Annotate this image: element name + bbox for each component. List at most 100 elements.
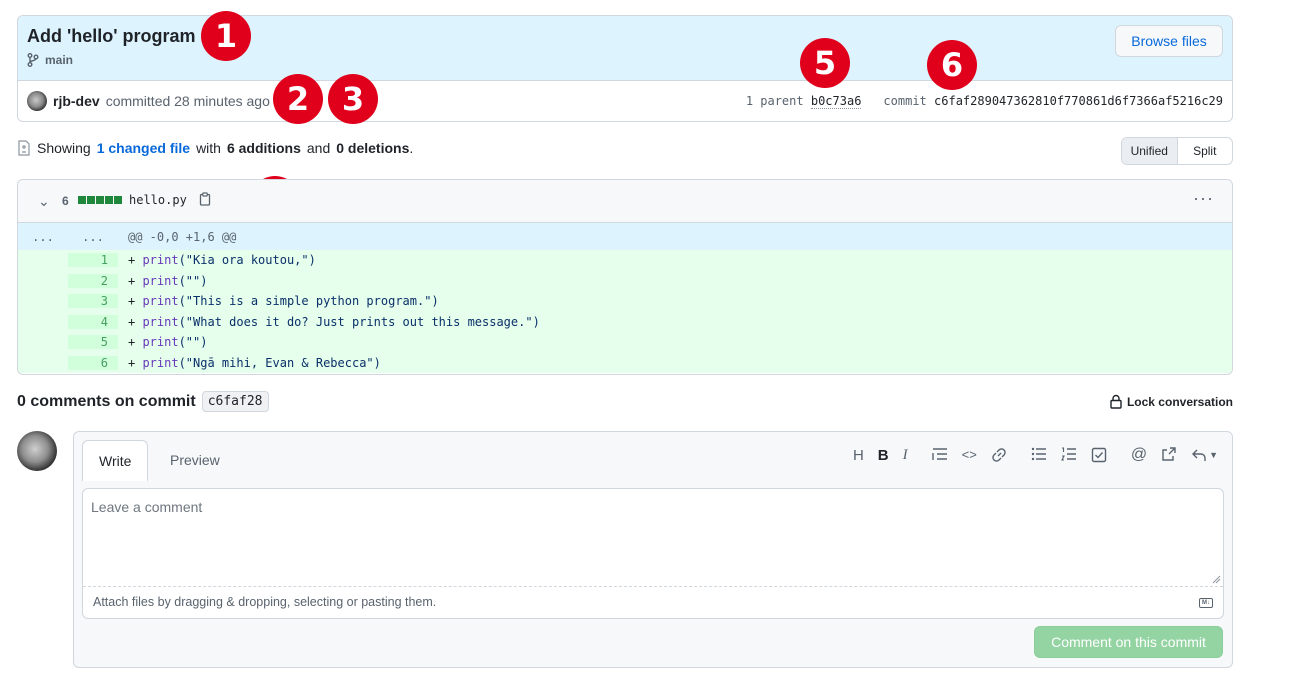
code-line: + print("Ngā mihi, Evan & Rebecca") [118,356,381,370]
more-options-icon[interactable]: ··· [1193,188,1214,209]
code-args: ("This is a simple python program.") [178,294,439,309]
markdown-icon[interactable]: M↓ [1199,598,1213,608]
changed-files-link[interactable]: 1 changed file [97,140,190,156]
copy-path-icon[interactable] [199,192,211,209]
diffstat-blocks [78,196,122,204]
code-args: ("Kia ora koutou,") [178,253,316,268]
resize-handle-icon[interactable] [1211,574,1221,584]
commit-meta: rjb-dev committed 28 minutes ago 1 paren… [18,81,1232,121]
file-name[interactable]: hello.py [129,193,187,207]
code-function: print [142,355,179,370]
code-function: print [142,314,179,329]
comment-placeholder: Leave a comment [91,499,203,515]
line-prefix: + [128,314,143,329]
annotation-marker-5: 5 [800,38,850,88]
code-line: + print("This is a simple python program… [118,294,439,308]
file-diff-icon [18,140,30,156]
line-prefix: + [128,253,143,268]
file-diff: ⌄ 6 hello.py ··· ... ... @@ -0,0 +1,6 @@… [17,179,1233,375]
link-icon[interactable] [991,447,1007,463]
code-args: ("What does it do? Just prints out this … [178,314,540,329]
mention-icon[interactable]: @ [1131,446,1147,464]
code-function: print [142,253,179,268]
ordered-list-icon[interactable] [1060,447,1077,461]
comments-heading: 0 comments on commit c6faf28 [17,391,269,412]
code-function: print [142,294,179,309]
current-user-avatar[interactable] [17,431,57,471]
undo-dropdown[interactable]: ▼ [1191,446,1218,464]
unordered-list-icon[interactable] [1031,447,1047,461]
quote-icon[interactable] [931,447,948,461]
commit-header: Add 'hello' program main Browse files rj… [17,15,1233,122]
line-prefix: + [128,294,143,309]
browse-files-button[interactable]: Browse files [1115,25,1223,57]
summary-and: and [306,140,331,156]
caret-down-icon: ▼ [1209,450,1218,460]
branch-name: main [45,53,74,67]
new-line-number[interactable]: 4 [68,314,118,329]
parent-info: 1 parent b0c73a6 [745,94,862,109]
hunk-header-row: ... ... @@ -0,0 +1,6 @@ [18,223,1232,250]
comment-editor: Write Preview H B I <> @ ▼ Leave a comme [73,431,1233,668]
additions-count: 6 additions [226,140,301,156]
tab-write[interactable]: Write [82,440,149,481]
split-view-button[interactable]: Split [1178,138,1233,164]
comments-count: 0 comments on commit [17,392,196,410]
line-prefix: + [128,355,143,370]
hunk-new-expander[interactable]: ... [68,230,118,244]
heading-icon[interactable]: H [853,447,864,464]
author-name[interactable]: rjb-dev [53,93,100,109]
branch-label[interactable]: main [27,53,73,67]
attach-files-bar[interactable]: Attach files by dragging & dropping, sel… [83,586,1223,618]
line-prefix: + [128,273,143,288]
code-args: ("") [178,335,208,350]
file-header: ⌄ 6 hello.py ··· [18,180,1232,223]
git-branch-icon [27,53,39,67]
new-line-number[interactable]: 5 [68,335,118,350]
reference-icon[interactable] [1161,446,1177,462]
reply-icon [1192,449,1206,461]
new-line-number[interactable]: 1 [68,253,118,268]
chevron-down-icon[interactable]: ⌄ [38,193,50,210]
code-icon[interactable]: <> [962,447,977,463]
diff-line: 4 + print("What does it do? Just prints … [18,311,1232,332]
bold-icon[interactable]: B [878,447,889,464]
annotation-marker-6: 6 [927,40,977,90]
task-list-icon[interactable] [1091,447,1107,463]
diff-summary: Showing 1 changed file with 6 additions … [17,140,413,156]
annotation-marker-2: 2 [273,74,323,124]
diff-line: 5 + print("") [18,332,1232,353]
diff-table: ... ... @@ -0,0 +1,6 @@ 1 + print("Kia o… [18,223,1232,373]
markdown-toolbar: H B I <> @ ▼ [843,446,1218,464]
diff-line: 1 + print("Kia ora koutou,") [18,250,1232,271]
lock-label: Lock conversation [1126,394,1233,409]
line-prefix: + [128,335,143,350]
unified-view-button[interactable]: Unified [1122,138,1178,164]
tab-preview[interactable]: Preview [154,440,236,480]
hunk-header: @@ -0,0 +1,6 @@ [128,229,237,244]
italic-icon[interactable]: I [903,447,908,464]
author-avatar[interactable] [27,91,47,111]
lock-conversation-button[interactable]: Lock conversation [1110,394,1233,409]
diff-line: 2 + print("") [18,270,1232,291]
commit-time: committed 28 minutes ago [105,93,270,109]
comment-commit-sha: c6faf28 [201,391,269,412]
comment-textarea[interactable]: Leave a comment Attach files by dragging… [82,488,1224,619]
code-args: ("Ngā mihi, Evan & Rebecca") [178,355,381,370]
commit-title: Add 'hello' program [27,26,196,46]
hunk-old-expander[interactable]: ... [18,230,68,244]
new-line-number[interactable]: 2 [68,273,118,288]
parent-sha-link[interactable]: b0c73a6 [810,94,862,109]
author-info: rjb-dev committed 28 minutes ago [27,91,270,111]
deletions-count: 0 deletions [336,140,410,156]
commit-title-bar: Add 'hello' program main Browse files [18,16,1232,81]
summary-prefix: Showing [37,140,91,156]
parent-label: 1 parent [745,94,804,108]
code-function: print [142,335,179,350]
code-line: + print("What does it do? Just prints ou… [118,315,540,329]
code-args: ("") [178,273,208,288]
new-line-number[interactable]: 3 [68,294,118,309]
new-line-number[interactable]: 6 [68,355,118,370]
comment-submit-button[interactable]: Comment on this commit [1034,626,1223,658]
lock-icon [1110,394,1122,409]
